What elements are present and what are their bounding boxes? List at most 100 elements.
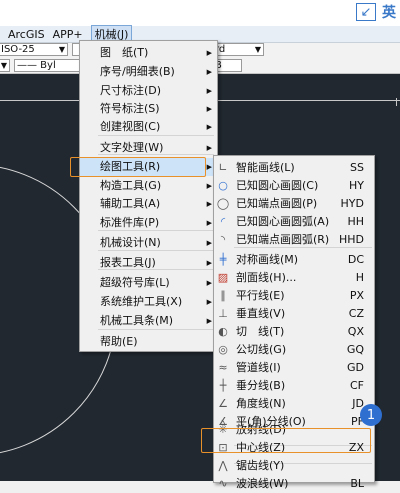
submenu-arrow-icon: ▶ (206, 68, 212, 76)
submenu-item[interactable]: ◎ 公切线(G) GQ (214, 341, 374, 359)
highlight-drawing-tools (70, 157, 206, 177)
submenu-item[interactable]: ◜ 已知圆心画圆弧(A) HH (214, 213, 374, 231)
submenu-item[interactable]: ◝ 已知端点画圆弧(R) HHD (214, 231, 374, 249)
text-style-combo[interactable]: rd ▼ (212, 43, 264, 56)
arc-endpoint-icon: ◝ (220, 233, 226, 246)
submenu-item-shortcut: HY (349, 179, 364, 192)
submenu-item-label: 切 线(T) (236, 325, 285, 338)
submenu-arrow-icon: ▶ (206, 200, 212, 208)
menu-app-plus[interactable]: APP+ (53, 28, 83, 41)
common-tangent-icon: ◎ (218, 343, 228, 356)
submenu-arrow-icon: ▶ (206, 144, 212, 152)
menu-item[interactable]: 机械设计(N) ▶ (80, 234, 217, 252)
submenu-item[interactable]: ∠ 角度线(N) JD (214, 395, 374, 413)
menu-item[interactable]: 图 纸(T) ▶ (80, 44, 217, 62)
submenu-item-shortcut: GD (347, 361, 364, 374)
ime-language-label[interactable]: 英 (382, 2, 396, 22)
submenu-item[interactable]: ┼ 垂分线(B) CF (214, 377, 374, 395)
menu-item[interactable]: 机械工具条(M) ▶ (80, 312, 217, 330)
submenu-item[interactable]: ○ 已知圆心画圆(C) HY (214, 177, 374, 195)
smart-line-icon: ∟ (218, 161, 228, 174)
tangent-line-icon: ◐ (218, 325, 228, 338)
submenu-item-shortcut: CF (349, 379, 364, 392)
menu-item[interactable]: 帮助(E) (80, 333, 217, 351)
submenu-item[interactable]: ⊥ 垂直线(V) CZ (214, 305, 374, 323)
menu-item[interactable]: 标准件库(P) ▶ (80, 214, 217, 232)
linetype-value: —— Byl (17, 60, 56, 71)
menu-item-label: 机械工具条(M) (100, 314, 174, 327)
zigzag-line-icon: ⋀ (218, 459, 228, 472)
submenu-item-shortcut: BL (350, 477, 364, 490)
menu-item[interactable]: 构造工具(G) ▶ (80, 177, 217, 195)
submenu-item[interactable]: ▨ 剖面线(H)... H (214, 269, 374, 287)
submenu-arrow-icon: ▶ (206, 123, 212, 131)
menu-item-label: 机械设计(N) (100, 236, 161, 249)
menu-item[interactable]: 报表工具(J) ▶ (80, 254, 217, 272)
submenu-item-label: 管道线(I) (236, 361, 281, 374)
menu-item[interactable]: 辅助工具(A) ▶ (80, 195, 217, 213)
submenu-item[interactable]: ∿ 波浪线(W) BL (214, 475, 374, 493)
highlight-center-line (201, 428, 371, 453)
drawing-tick (396, 98, 397, 106)
menu-item[interactable]: 文字处理(W) ▶ (80, 139, 217, 157)
menu-item-label: 系统维护工具(X) (100, 295, 183, 308)
menu-item[interactable]: 尺寸标注(D) ▶ (80, 82, 217, 100)
submenu-item-label: 剖面线(H)... (236, 271, 297, 284)
wave-line-icon: ∿ (218, 477, 228, 490)
jixie-dropdown-menu: 图 纸(T) ▶ 序号/明细表(B) ▶ 尺寸标注(D) ▶ 符号标注(S) ▶ 创建视图(C)… (79, 40, 218, 352)
angle-line-icon: ∠ (218, 397, 228, 410)
menu-item-label: 辅助工具(A) (100, 197, 161, 210)
submenu-item[interactable]: ≈ 管道线(I) GD (214, 359, 374, 377)
menu-arcgis[interactable]: ArcGIS (8, 28, 45, 41)
arc-center-icon: ◜ (220, 215, 226, 228)
submenu-item[interactable]: ⋀ 锯齿线(Y) (214, 457, 374, 475)
menu-item-label: 文字处理(W) (100, 141, 164, 154)
submenu-arrow-icon: ▶ (206, 105, 212, 113)
layer-combo[interactable]: ▼ (0, 59, 10, 72)
title-bar: ↙ 英 (0, 0, 400, 26)
submenu-arrow-icon: ▶ (206, 87, 212, 95)
submenu-item-label: 平行线(E) (236, 289, 285, 302)
linetype-combo[interactable]: —— Byl (14, 59, 82, 72)
ime-indicator[interactable]: ↙ 英 (356, 2, 396, 22)
submenu-item-label: 已知端点画圆(P) (236, 197, 318, 210)
perpendicular-line-icon: ⊥ (218, 307, 228, 320)
submenu-item-shortcut: H (355, 271, 364, 284)
ime-mode-icon[interactable]: ↙ (356, 3, 376, 21)
submenu-item-label: 垂直线(V) (236, 307, 286, 320)
menu-item-label: 超级符号库(L) (100, 276, 170, 289)
submenu-item[interactable]: ∟ 智能画线(L) SS (214, 159, 374, 177)
menu-item[interactable]: 符号标注(S) ▶ (80, 100, 217, 118)
submenu-item[interactable]: ◯ 已知端点画圆(P) HYD (214, 195, 374, 213)
submenu-item-label: 已知圆心画圆(C) (236, 179, 319, 192)
menu-item-label: 符号标注(S) (100, 102, 160, 115)
submenu-arrow-icon: ▶ (206, 49, 212, 57)
submenu-arrow-icon: ▶ (206, 163, 212, 171)
symmetric-line-icon: ╪ (219, 253, 227, 266)
submenu-item-shortcut: QX (347, 325, 364, 338)
submenu-item[interactable]: ∥ 平行线(E) PX (214, 287, 374, 305)
menu-item[interactable]: 系统维护工具(X) ▶ (80, 293, 217, 311)
menu-item-label: 创建视图(C) (100, 120, 161, 133)
submenu-item[interactable]: ◐ 切 线(T) QX (214, 323, 374, 341)
chevron-down-icon: ▼ (254, 45, 261, 54)
submenu-item-shortcut: HH (347, 215, 364, 228)
circle-endpoint-icon: ◯ (216, 197, 230, 210)
submenu-arrow-icon: ▶ (206, 298, 212, 306)
menu-item[interactable]: 序号/明细表(B) ▶ (80, 63, 217, 81)
menu-item[interactable]: 超级符号库(L) ▶ (80, 274, 217, 292)
chevron-down-icon: ▼ (58, 45, 65, 54)
dimstyle-combo[interactable]: ISO-25 ▼ (0, 43, 68, 56)
menu-item[interactable]: 创建视图(C) ▶ (80, 118, 217, 136)
dimstyle-value: ISO-25 (1, 44, 35, 55)
submenu-item-shortcut: HYD (340, 197, 364, 210)
pipe-line-icon: ≈ (218, 361, 228, 374)
submenu-item-shortcut: DC (347, 253, 364, 266)
submenu-item[interactable]: ╪ 对称画线(M) DC (214, 251, 374, 269)
parallel-line-icon: ∥ (220, 289, 226, 302)
submenu-item-label: 垂分线(B) (236, 379, 286, 392)
hatch-icon: ▨ (217, 271, 229, 284)
menu-item-label: 图 纸(T) (100, 46, 149, 59)
submenu-item-label: 波浪线(W) (236, 477, 289, 490)
submenu-arrow-icon: ▶ (206, 182, 212, 190)
